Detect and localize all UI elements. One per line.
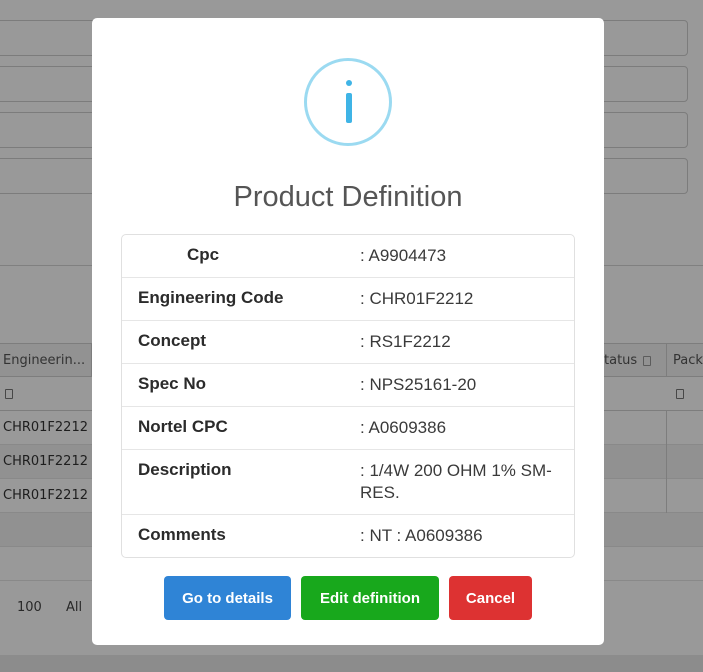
detail-row-cpc: Cpc : A9904473 (122, 235, 574, 277)
detail-value: : RS1F2212 (360, 332, 451, 351)
detail-row-spec-no: Spec No : NPS25161-20 (122, 363, 574, 406)
edit-definition-button[interactable]: Edit definition (301, 576, 439, 620)
detail-value: : A9904473 (360, 246, 447, 265)
detail-label: Engineering Code (138, 288, 284, 307)
detail-value: : NT : A0609386 (360, 526, 483, 545)
detail-label: Cpc (187, 245, 220, 264)
cancel-button[interactable]: Cancel (449, 576, 532, 620)
detail-row-description: Description : 1/4W 200 OHM 1% SM-RES. (122, 449, 574, 514)
detail-row-concept: Concept : RS1F2212 (122, 320, 574, 363)
product-definition-dialog: Product Definition Cpc : A9904473 Engine… (92, 18, 604, 645)
dialog-title: Product Definition (233, 181, 463, 213)
details-table: Cpc : A9904473 Engineering Code : CHR01F… (121, 234, 575, 558)
detail-value: : 1/4W 200 OHM 1% SM-RES. (360, 461, 552, 502)
detail-label: Spec No (138, 374, 207, 393)
detail-row-comments: Comments : NT : A0609386 (122, 514, 574, 557)
go-to-details-button[interactable]: Go to details (164, 576, 291, 620)
detail-value: : NPS25161-20 (360, 375, 477, 394)
detail-label: Nortel CPC (138, 417, 228, 436)
detail-label: Description (138, 460, 232, 479)
detail-label: Comments (138, 525, 226, 544)
dialog-actions: Go to details Edit definition Cancel (92, 576, 604, 620)
detail-row-engineering-code: Engineering Code : CHR01F2212 (122, 277, 574, 320)
info-icon (304, 58, 392, 146)
detail-value: : A0609386 (360, 418, 447, 437)
detail-label: Concept (138, 331, 206, 350)
detail-row-nortel-cpc: Nortel CPC : A0609386 (122, 406, 574, 449)
detail-value: : CHR01F2212 (360, 289, 474, 308)
